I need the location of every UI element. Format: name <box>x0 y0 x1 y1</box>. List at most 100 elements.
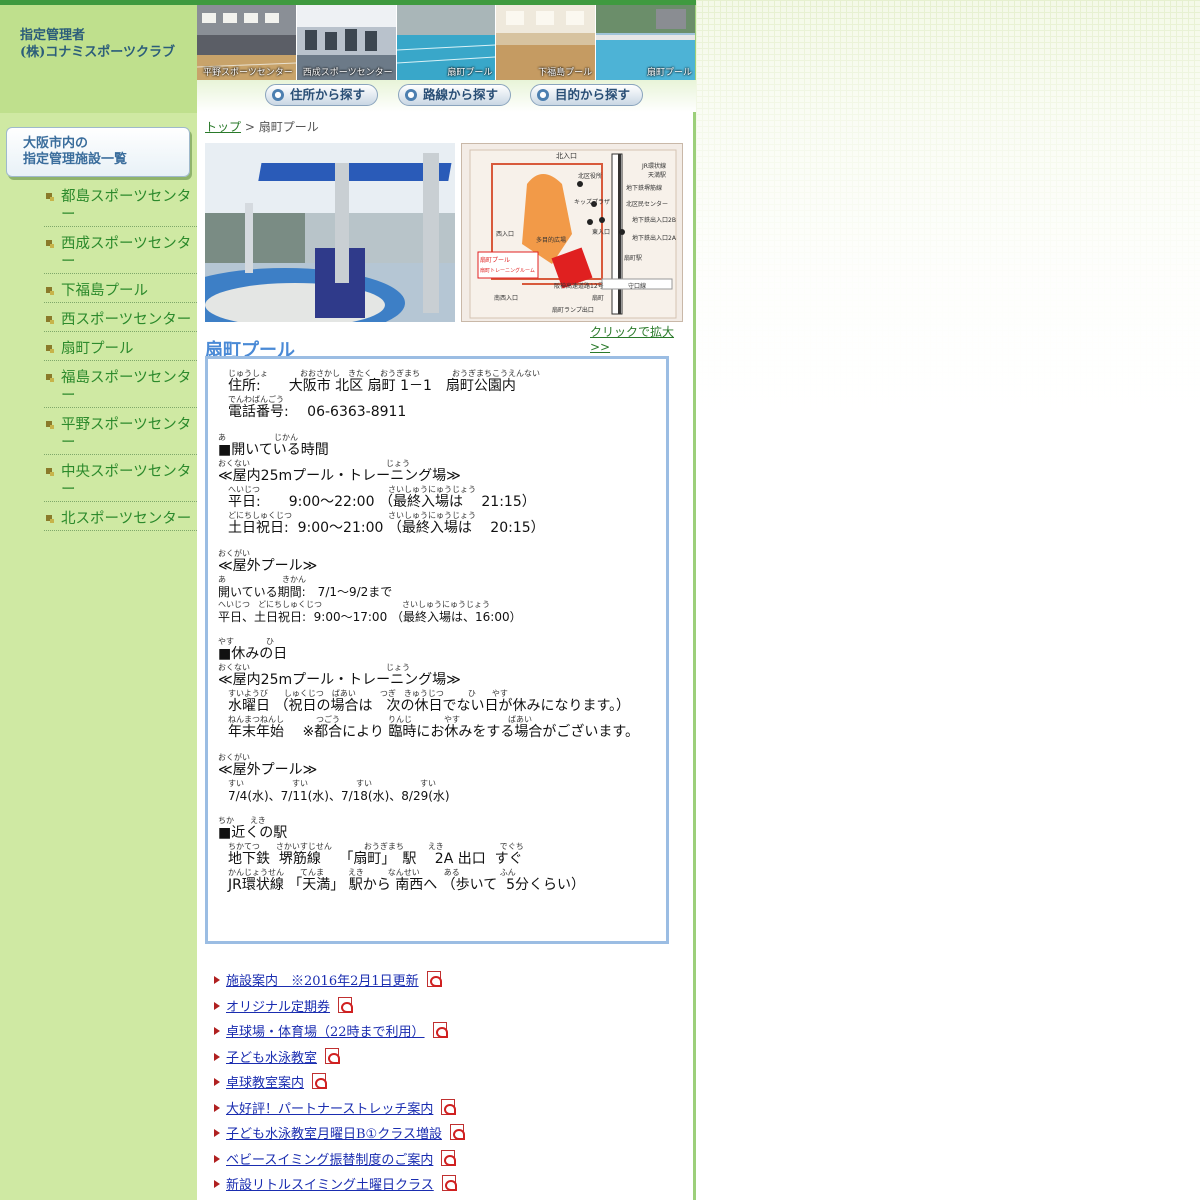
indoor-hours-ruby: おくない じょう <box>218 459 410 468</box>
map-label: 扇町 <box>592 294 604 302</box>
header-photo-shimofukushima[interactable]: 下福島プール <box>496 5 596 80</box>
pdf-icon[interactable] <box>338 996 354 1013</box>
breadcrumb-current: 扇町プール <box>258 120 319 134</box>
original-pass-link[interactable]: オリジナル定期券 <box>226 1000 330 1015</box>
facility-list-heading-line1: 大阪市内の <box>23 136 89 151</box>
phone-number: 電話番号: 06-6363-8911 <box>228 404 407 420</box>
outdoor-closed-heading-ruby: おくがい <box>218 753 250 762</box>
list-item: 卓球場・体育場（22時まで利用） <box>212 1021 682 1047</box>
header-photo-ogimachi-outdoor[interactable]: 扇町プール <box>596 5 695 80</box>
facility-list-heading-line2: 指定管理施設一覧 <box>23 152 128 167</box>
search-by-purpose-button[interactable]: ● 目的から探す <box>530 84 643 106</box>
sidebar-item-nishinari[interactable]: 西成スポーツセンター <box>44 233 197 274</box>
facility-guide-link[interactable]: 施設案内 ※2016年2月1日更新 <box>226 974 419 989</box>
sidebar-item-nishi[interactable]: 西スポーツセンター <box>44 309 197 332</box>
arrow-right-icon <box>214 976 220 984</box>
weekend-ruby: どにちしゅくじつ さいしゅうにゅうじょう <box>228 511 476 520</box>
sidebar-item-shimofukushima[interactable]: 下福島プール <box>44 280 197 303</box>
header-photo-caption: 扇町プール <box>646 68 692 78</box>
breadcrumb-top-link[interactable]: トップ <box>205 120 241 134</box>
brand-logo[interactable]: 指定管理者 (株)コナミスポーツクラブ <box>0 5 197 113</box>
map-label: 北区民センター <box>626 200 668 208</box>
pdf-icon[interactable] <box>441 1098 457 1115</box>
map-label: 多目的広場 <box>536 236 566 244</box>
kids-swim-class-link[interactable]: 子ども水泳教室 <box>226 1051 317 1066</box>
sidebar-item-kita[interactable]: 北スポーツセンター <box>44 508 197 531</box>
phone-ruby: でんわばんごう <box>228 395 284 404</box>
indoor-closed-ruby: おくない じょう <box>218 663 410 672</box>
brand-line1: 指定管理者 <box>20 28 86 43</box>
wednesday-ruby: すいようび しゅくじつ ばあい つぎ きゅうじつ ひ やす <box>228 689 508 698</box>
sidebar-item-fukushima[interactable]: 福島スポーツセンター <box>44 367 197 408</box>
sidebar-item-label: 扇町プール <box>61 341 134 357</box>
sidebar-item-miyakojima[interactable]: 都島スポーツセンター <box>44 186 197 227</box>
kids-swim-monday-link[interactable]: 子ども水泳教室月曜日B①クラス増設 <box>226 1127 442 1142</box>
header-photo-hirano[interactable]: 平野スポーツセンター <box>197 5 296 80</box>
map-label: 西入口 <box>496 231 514 238</box>
map-label: キッズプラザ <box>574 198 610 206</box>
map-label: 北区役所 <box>578 172 602 180</box>
sidebar-item-label: 下福島プール <box>61 283 148 299</box>
search-bar: ● 住所から探す ● 路線から探す ● 目的から探す <box>197 80 696 112</box>
pdf-icon[interactable] <box>449 1124 465 1140</box>
search-by-address-button[interactable]: ● 住所から探す <box>265 84 378 106</box>
outdoor-closed-dates: 7/4(水)、7/11(水)、7/18(水)、8/29(水) <box>228 789 450 803</box>
baby-swim-transfer-link[interactable]: ベビースイミング振替制度のご案内 <box>226 1153 433 1168</box>
jr-ruby: かんじょうせん てんま えき なんせい ある ふん <box>228 868 516 877</box>
pdf-icon[interactable] <box>426 971 442 987</box>
sidebar-item-label: 都島スポーツセンター <box>61 189 192 223</box>
sidebar-item-hirano[interactable]: 平野スポーツセンター <box>44 414 197 455</box>
outdoor-closed-heading: ≪屋外プール≫ <box>218 762 318 778</box>
arrow-right-icon <box>214 1001 220 1010</box>
map-label: 扇町トレーニングルーム <box>480 267 535 274</box>
bullet-icon-accent <box>50 320 54 324</box>
facility-list-heading[interactable]: 大阪市内の 指定管理施設一覧 <box>6 127 190 177</box>
sidebar-item-label: 北スポーツセンター <box>61 511 192 527</box>
table-tennis-gym-link[interactable]: 卓球場・体育場（22時まで利用） <box>226 1025 425 1040</box>
closed-ruby: やす ひ <box>218 637 274 646</box>
outdoor-time-ruby: へいじつ どにちしゅくじつ さいしゅうにゅうじょう <box>218 600 490 609</box>
facility-photo <box>205 143 455 322</box>
sidebar-item-ogimachi[interactable]: 扇町プール <box>44 338 197 361</box>
sidebar-item-chuo[interactable]: 中央スポーツセンター <box>44 461 197 502</box>
breadcrumb: トップ > 扇町プール <box>205 118 319 135</box>
header-photo-caption: 平野スポーツセンター <box>202 68 293 78</box>
pdf-icon[interactable] <box>432 1022 448 1038</box>
access-map[interactable]: 北入口 北区役所 JR環状線 天満駅 キッズプラザ 地下鉄堺筋線 北区民センター… <box>461 143 683 322</box>
header-photo-caption: 西成スポーツセンター <box>302 68 393 78</box>
outdoor-hours-heading: ≪屋外プール≫ <box>218 558 318 574</box>
pdf-icon[interactable] <box>441 1175 457 1191</box>
sidebar-item-label: 西成スポーツセンター <box>61 236 192 270</box>
weekday-ruby: へいじつ さいしゅうにゅうじょう <box>228 485 476 494</box>
sidebar-item-label: 西スポーツセンター <box>61 312 192 328</box>
enlarge-map-link[interactable]: クリックで拡大>> <box>590 323 693 354</box>
sidebar-item-label: 中央スポーツセンター <box>61 464 192 498</box>
pdf-icon[interactable] <box>441 1149 457 1166</box>
little-swim-saturday-link[interactable]: 新設リトルスイミング土曜日クラス <box>226 1178 434 1193</box>
map-graphic: 北入口 北区役所 JR環状線 天満駅 キッズプラザ 地下鉄堺筋線 北区民センター… <box>462 144 682 321</box>
list-item: ベビースイミング振替制度のご案内 <box>212 1149 682 1175</box>
closed-heading: ■休みの日 <box>218 646 288 662</box>
header-photo-nishinari[interactable]: 西成スポーツセンター <box>296 5 396 80</box>
pdf-icon[interactable] <box>325 1047 341 1064</box>
arrow-right-icon <box>214 1052 220 1061</box>
map-label: JR環状線 <box>641 162 666 170</box>
outdoor-hours: 平日、土日祝日: 9:00～17:00 （最終入場は、16:00） <box>218 610 522 624</box>
yearend-closed: 年末年始 ※都合により 臨時にお休みをする場合がございます。 <box>228 724 639 740</box>
station-heading: ■近くの駅 <box>218 825 288 841</box>
document-link-list: 施設案内 ※2016年2月1日更新 オリジナル定期券 卓球場・体育場（22時まで… <box>212 970 682 1200</box>
brand-line2: (株)コナミスポーツクラブ <box>20 45 176 60</box>
arrow-right-icon <box>214 1027 220 1035</box>
map-label: 扇町ランプ出口 <box>552 306 594 314</box>
weekday-hours: 平日: 9:00～22:00 （最終入場は 21:15） <box>228 494 536 510</box>
table-tennis-class-link[interactable]: 卓球教室案内 <box>226 1076 304 1091</box>
indoor-closed-heading: ≪屋内25mプール・トレーニング場≫ <box>218 672 461 688</box>
magnifier-icon: ● <box>272 89 284 101</box>
partner-stretch-link[interactable]: 大好評！パートナーストレッチ案内 <box>226 1102 433 1117</box>
header-photo-ogimachi-indoor[interactable]: 扇町プール <box>396 5 496 80</box>
background-fade <box>696 0 1200 1200</box>
pdf-icon[interactable] <box>312 1073 328 1089</box>
search-by-route-button[interactable]: ● 路線から探す <box>398 84 511 106</box>
list-item: オリジナル定期券 <box>212 996 682 1022</box>
subway-access: 地下鉄 堺筋線 「扇町」 駅 2A 出口 すぐ <box>228 851 523 867</box>
